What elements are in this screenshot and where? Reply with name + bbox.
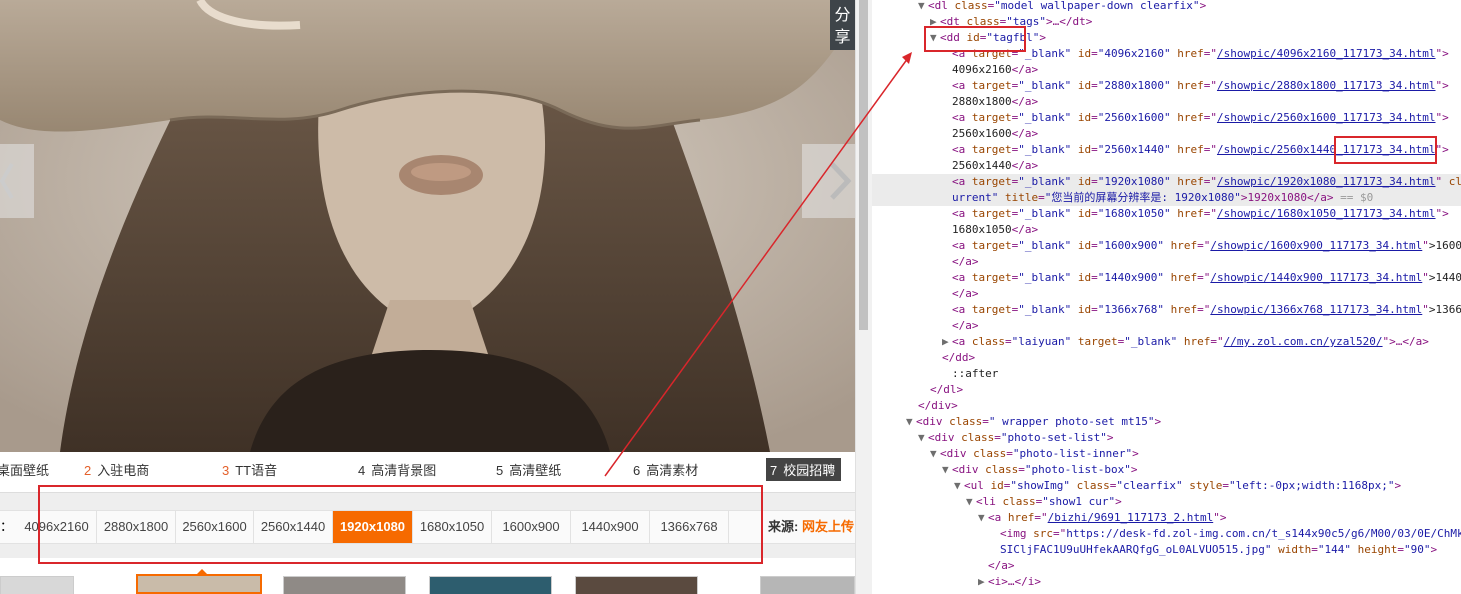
share-button[interactable]: 分享 [830, 0, 855, 50]
dom-node[interactable]: ▼ <div class="photo-list-inner"> [872, 446, 1461, 462]
thumbnail[interactable] [760, 576, 855, 594]
dom-node[interactable]: ▼ <li class="show1 cur"> [872, 494, 1461, 510]
source-label: 来源: [768, 519, 799, 534]
rank-label: 入驻电商 [97, 463, 150, 478]
source-info: 来源: 网友上传 [768, 511, 854, 543]
rank-number: 2 [84, 463, 92, 478]
dom-node[interactable]: SICljFAC1U9uUHfekAARQfgG_oL0ALVUO515.jpg… [872, 542, 1461, 558]
rank-label: 高清背景图 [371, 463, 437, 478]
annotation-box-resolution-bar [38, 485, 763, 564]
current-indicator-icon [196, 569, 208, 575]
rank-number: 7 [770, 463, 778, 478]
rank-item[interactable]: 6 高清素材 [633, 460, 698, 479]
dom-node[interactable]: <a target="_blank" id="1600x900" href="/… [872, 238, 1461, 254]
dom-node[interactable]: ▶ <i>…</i> [872, 574, 1461, 590]
next-arrow-button[interactable] [802, 144, 855, 218]
dom-node[interactable]: <a target="_blank" id="2560x1600" href="… [872, 110, 1461, 126]
thumbnail[interactable] [429, 576, 552, 594]
dom-text[interactable]: 4096x2160</a> [872, 62, 1461, 78]
rank-label: TT语音 [235, 463, 278, 478]
resolution-colon: ： [0, 519, 14, 534]
rank-number: 6 [633, 463, 641, 478]
dom-node[interactable]: ▶ <a class="laiyuan" target="_blank" href… [872, 334, 1461, 350]
hot-rank-list: 桌面壁纸 2 入驻电商 3 TT语音 4 高清背景图 5 高清壁纸 6 高清素材 7 校园招… [0, 452, 855, 484]
thumbnail-current[interactable] [136, 574, 262, 594]
dom-node[interactable]: <a target="_blank" id="1680x1050" href="… [872, 206, 1461, 222]
dom-node[interactable]: </div> [872, 398, 1461, 414]
dom-node-selected[interactable]: urrent" title="您当前的屏幕分辨率是: 1920x1080">19… [872, 190, 1461, 206]
rank-label: 高清壁纸 [509, 463, 562, 478]
chevron-left-icon [0, 162, 14, 200]
thumbnail[interactable] [283, 576, 406, 594]
dom-node[interactable]: ▼ <dl class="model wallpaper-down clearfi… [872, 0, 1461, 14]
rank-number: 3 [222, 463, 230, 478]
dom-text[interactable]: 2880x1800</a> [872, 94, 1461, 110]
dom-node[interactable]: ▼ <ul id="showImg" class="clearfix" style… [872, 478, 1461, 494]
rank-label: 校园招聘 [783, 463, 836, 478]
scrollbar-thumb[interactable] [859, 0, 868, 330]
rank-number: 4 [358, 463, 366, 478]
dom-node[interactable]: <a target="_blank" id="1440x900" href="/… [872, 270, 1461, 286]
dom-node[interactable]: <a target="_blank" id="2880x1800" href="… [872, 78, 1461, 94]
dom-node[interactable]: ▼ <a href="/bizhi/9691_117173_2.html"> [872, 510, 1461, 526]
thumbnail-strip [0, 566, 855, 594]
rank-number: 5 [496, 463, 504, 478]
dom-node[interactable]: <a target="_blank" id="1366x768" href="/… [872, 302, 1461, 318]
share-label: 分享 [834, 5, 851, 46]
dom-text[interactable]: </a> [872, 286, 1461, 302]
dom-text[interactable]: 1680x1050</a> [872, 222, 1461, 238]
rank-label: 桌面壁纸 [0, 463, 50, 478]
thumbnail[interactable] [0, 576, 74, 594]
rank-item[interactable]: 桌面壁纸 [0, 460, 49, 479]
dom-node[interactable]: ▼ <div class="photo-set-list"> [872, 430, 1461, 446]
dom-node[interactable]: <img src="https://desk-fd.zol-img.com.cn… [872, 526, 1461, 542]
rank-item[interactable]: 2 入驻电商 [84, 460, 149, 479]
rank-item[interactable]: 3 TT语音 [222, 460, 277, 479]
dom-node[interactable]: ▼ <div class=" wrapper photo-set mt15"> [872, 414, 1461, 430]
devtools-elements-panel: … ▼<dl class="model wallpaper-down clear… [872, 0, 1461, 594]
dom-node[interactable]: ▼ <div class="photo-list-box"> [872, 462, 1461, 478]
dom-text[interactable]: </a> [872, 254, 1461, 270]
dom-text[interactable]: </a> [872, 318, 1461, 334]
annotation-box-dd-tag [924, 26, 1026, 52]
chevron-right-icon [830, 162, 852, 200]
dom-node[interactable]: </dd> [872, 350, 1461, 366]
prev-arrow-button[interactable] [0, 144, 34, 218]
dom-node[interactable]: </dl> [872, 382, 1461, 398]
dom-pseudo[interactable]: ::after [872, 366, 1461, 382]
rank-item[interactable]: 5 高清壁纸 [496, 460, 561, 479]
source-value[interactable]: 网友上传 [802, 519, 854, 534]
annotation-box-href-suffix [1334, 136, 1437, 164]
rank-item[interactable]: 4 高清背景图 [358, 460, 436, 479]
rank-item[interactable]: 7 校园招聘 [766, 458, 842, 481]
wallpaper-preview-image[interactable] [0, 0, 855, 452]
dom-node-selected[interactable]: <a target="_blank" id="1920x1080" href="… [872, 174, 1461, 190]
thumbnail[interactable] [575, 576, 698, 594]
dom-node[interactable]: </a> [872, 558, 1461, 574]
woman-in-hat-photo [0, 0, 855, 452]
rank-label: 高清素材 [646, 463, 699, 478]
